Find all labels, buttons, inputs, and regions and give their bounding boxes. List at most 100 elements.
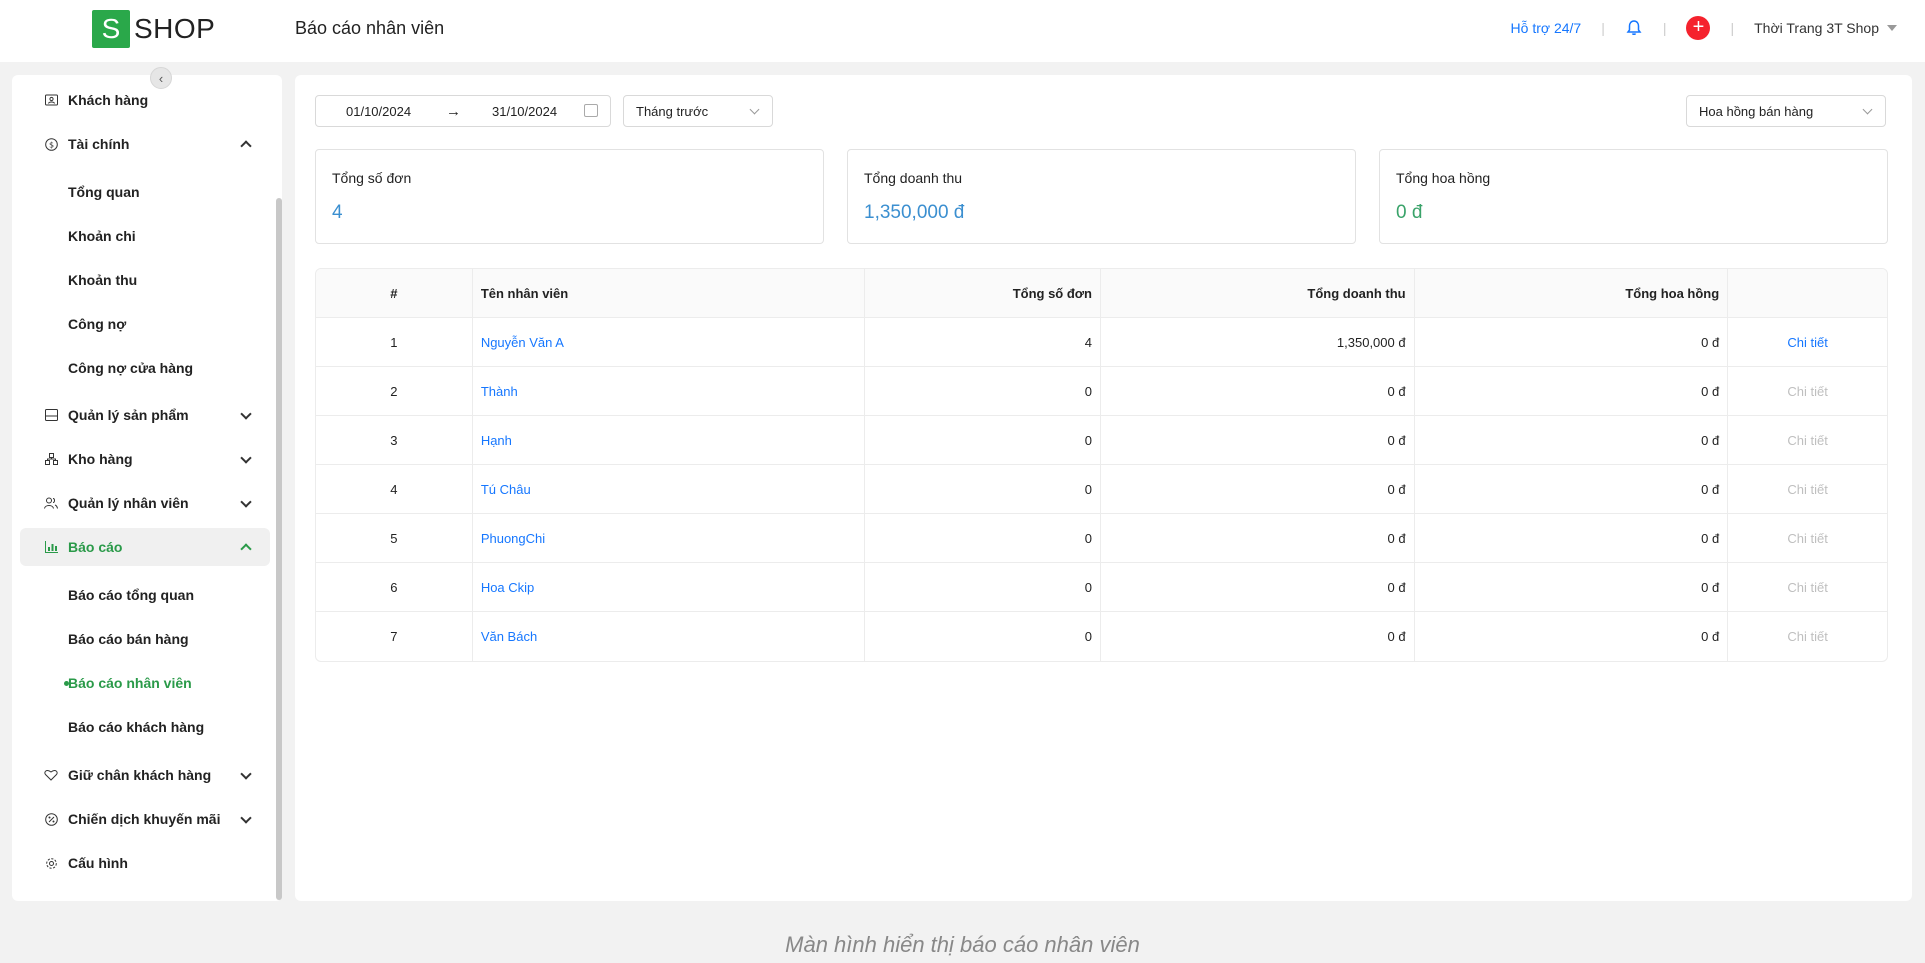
table-row: 4 Tú Châu 0 0 đ 0 đ Chi tiết [316, 465, 1887, 514]
sidebar-item-label: Chiến dịch khuyến mãi [68, 811, 221, 827]
table-cell: 0 đ [1101, 514, 1415, 562]
sidebar-item-label: Báo cáo [68, 539, 123, 555]
row-commission: 0 đ [1701, 629, 1720, 644]
period-select[interactable]: Tháng trước [623, 95, 773, 127]
top-header: S SHOP Báo cáo nhân viên Hỗ trợ 24/7 | |… [0, 0, 1925, 62]
table-cell: 0 đ [1415, 514, 1729, 562]
row-orders: 0 [1084, 383, 1092, 399]
date-from[interactable]: 01/10/2024 [346, 104, 411, 119]
sidebar-subitem-expenses[interactable]: Khoản chi [68, 222, 136, 250]
table-cell: 4 [316, 465, 473, 513]
sidebar-item-label: Quản lý nhân viên [68, 495, 189, 511]
row-index: 6 [390, 579, 398, 595]
sidebar-item-label: Khách hàng [68, 92, 149, 108]
sidebar-item-warehouse[interactable]: Kho hàng [20, 440, 270, 478]
detail-link[interactable]: Chi tiết [1787, 580, 1827, 595]
detail-link[interactable]: Chi tiết [1787, 384, 1827, 399]
table-cell: Chi tiết [1728, 318, 1887, 366]
sidebar-subitem-store-debts[interactable]: Công nợ cửa hàng [68, 354, 193, 382]
employee-name-link[interactable]: Nguyễn Văn A [481, 335, 564, 350]
sidebar-item-products[interactable]: Quản lý sản phẩm [20, 396, 270, 434]
row-index: 2 [390, 383, 398, 399]
sidebar-subitem-report-overview[interactable]: Báo cáo tổng quan [68, 581, 194, 609]
table-cell: 6 [316, 563, 473, 611]
stat-value: 4 [332, 202, 343, 223]
detail-link[interactable]: Chi tiết [1787, 482, 1827, 497]
stat-label: Tổng doanh thu [864, 170, 963, 186]
table-cell: 5 [316, 514, 473, 562]
employee-name-link[interactable]: Hoa Ckip [481, 580, 534, 595]
employee-name-link[interactable]: Hạnh [481, 433, 512, 448]
table-cell: 4 [865, 318, 1101, 366]
sidebar-subitem-debts[interactable]: Công nợ [68, 310, 126, 338]
stat-label: Tổng số đơn [332, 170, 412, 186]
table-cell: 0 đ [1101, 465, 1415, 513]
table-body: 1 Nguyễn Văn A 4 1,350,000 đ 0 đ Chi tiết 2 Thà… [316, 318, 1887, 661]
box-icon [44, 408, 58, 422]
table-cell: 0 đ [1415, 465, 1729, 513]
sidebar-item-finance[interactable]: $ Tài chính [20, 125, 270, 163]
sidebar-item-retention[interactable]: Giữ chân khách hàng [20, 756, 270, 794]
bar-chart-icon [44, 540, 58, 554]
col-commission: Tổng hoa hồng [1415, 269, 1729, 317]
logo-mark: S [92, 10, 130, 48]
row-orders: 0 [1084, 530, 1092, 546]
sidebar-item-label: Cấu hình [68, 855, 128, 871]
date-to[interactable]: 31/10/2024 [492, 104, 557, 119]
table-cell: 0 đ [1415, 563, 1729, 611]
sidebar-item-customers[interactable]: Khách hàng [20, 81, 270, 119]
row-index: 1 [390, 334, 398, 350]
employee-name-link[interactable]: PhuongChi [481, 531, 545, 546]
detail-link[interactable]: Chi tiết [1787, 531, 1827, 546]
shop-selector[interactable]: Thời Trang 3T Shop [1754, 20, 1879, 36]
detail-link[interactable]: Chi tiết [1787, 335, 1827, 350]
add-button[interactable]: + [1686, 16, 1711, 40]
sidebar-item-settings[interactable]: Cấu hình [20, 844, 270, 882]
employee-name-link[interactable]: Tú Châu [481, 482, 531, 497]
report-type-value: Hoa hồng bán hàng [1699, 103, 1814, 119]
sidebar-item-staff[interactable]: Quản lý nhân viên [20, 484, 270, 522]
employee-name-link[interactable]: Thành [481, 384, 518, 399]
heart-icon [44, 768, 58, 782]
table-cell: 2 [316, 367, 473, 415]
table-row: 5 PhuongChi 0 0 đ 0 đ Chi tiết [316, 514, 1887, 563]
sidebar-item-label: Tài chính [68, 136, 130, 152]
row-revenue: 0 đ [1387, 579, 1406, 595]
detail-link[interactable]: Chi tiết [1787, 433, 1827, 448]
date-range-picker[interactable]: 01/10/2024 → 31/10/2024 [315, 95, 611, 127]
report-type-select[interactable]: Hoa hồng bán hàng [1686, 95, 1886, 127]
stat-value: 1,350,000 đ [864, 202, 965, 223]
row-commission: 0 đ [1701, 334, 1720, 350]
sidebar-subitem-income[interactable]: Khoản thu [68, 266, 137, 294]
table-cell: Chi tiết [1728, 612, 1887, 661]
stat-card-commission: Tổng hoa hồng 0 đ [1379, 149, 1888, 244]
divider: | [1730, 20, 1735, 36]
logo[interactable]: S SHOP [92, 10, 215, 48]
svg-text:$: $ [48, 140, 53, 149]
contact-card-icon [44, 93, 58, 107]
sidebar-item-reports[interactable]: Báo cáo [20, 528, 270, 566]
table-cell: 0 đ [1415, 612, 1729, 661]
row-commission: 0 đ [1701, 481, 1720, 497]
employee-name-link[interactable]: Văn Bách [481, 629, 537, 644]
table-cell: 0 đ [1415, 318, 1729, 366]
sidebar-subitem-sales-report[interactable]: Báo cáo bán hàng [68, 625, 189, 653]
sidebar-item-label: Giữ chân khách hàng [68, 767, 212, 783]
caret-down-icon[interactable] [1887, 25, 1897, 31]
sidebar-subitem-customer-report[interactable]: Báo cáo khách hàng [68, 713, 204, 741]
sidebar-subitem-staff-report[interactable]: Báo cáo nhân viên [68, 669, 192, 697]
col-index: # [316, 269, 473, 317]
table-cell: 0 [865, 514, 1101, 562]
table-cell: 0 [865, 367, 1101, 415]
bell-icon[interactable] [1625, 19, 1643, 37]
sidebar-scrollbar[interactable] [276, 198, 282, 900]
table-cell: Chi tiết [1728, 514, 1887, 562]
row-revenue: 0 đ [1387, 530, 1406, 546]
collapse-sidebar-button[interactable]: ‹ [150, 67, 172, 89]
chevron-up-icon [240, 140, 252, 152]
detail-link[interactable]: Chi tiết [1787, 629, 1827, 644]
sidebar-item-promotions[interactable]: Chiến dịch khuyến mãi [20, 800, 270, 838]
sidebar-subitem-overview[interactable]: Tổng quan [68, 178, 140, 206]
support-link[interactable]: Hỗ trợ 24/7 [1511, 20, 1582, 36]
table-row: 3 Hạnh 0 0 đ 0 đ Chi tiết [316, 416, 1887, 465]
